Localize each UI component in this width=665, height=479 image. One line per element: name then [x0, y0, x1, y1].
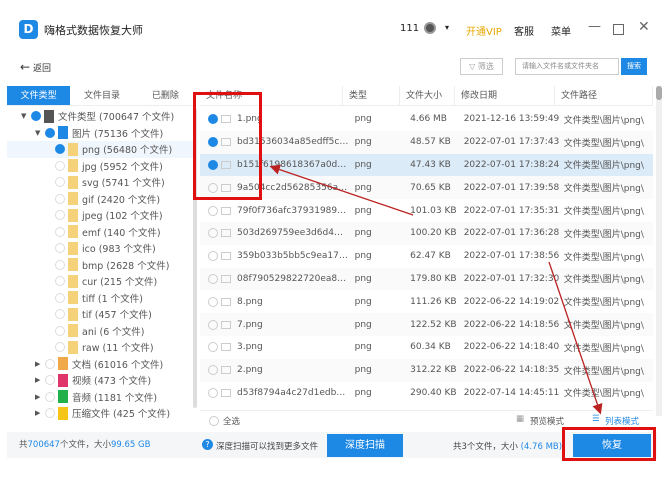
annotation-arrows — [269, 164, 603, 415]
annotation-arrow-2 — [548, 261, 603, 415]
annotation-arrow-1 — [269, 164, 414, 216]
